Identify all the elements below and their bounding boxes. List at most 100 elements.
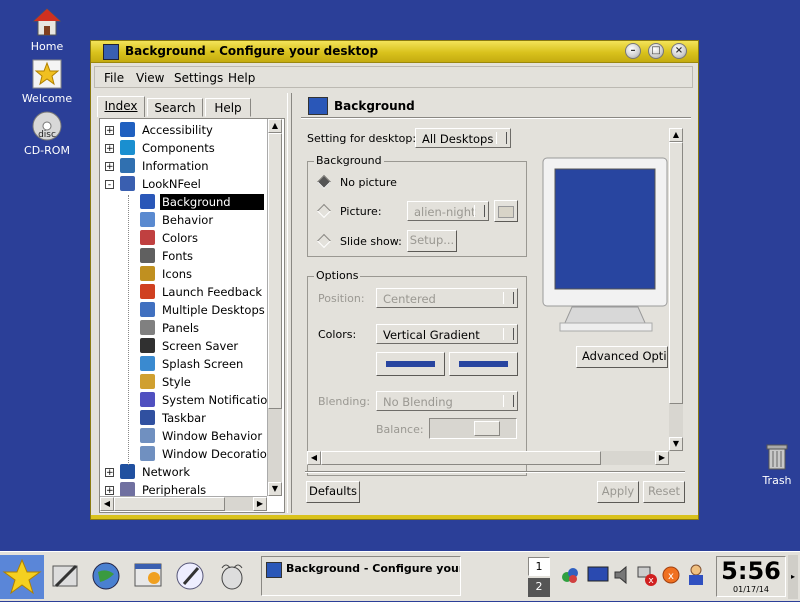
desktop-icon-label: Trash: [762, 474, 792, 487]
scroll-up-button[interactable]: ▲: [268, 119, 282, 133]
reset-button[interactable]: Reset: [643, 481, 685, 503]
scroll-hthumb[interactable]: [321, 451, 601, 465]
menu-settings[interactable]: Settings: [174, 71, 223, 85]
scroll-left-button[interactable]: ◀: [100, 497, 114, 511]
module-icon: [120, 158, 135, 173]
scroll-left-button[interactable]: ◀: [307, 451, 321, 465]
menu-help[interactable]: Help: [228, 71, 255, 85]
colors-select[interactable]: Vertical Gradient: [376, 324, 518, 344]
defaults-button[interactable]: Defaults: [306, 481, 360, 503]
scroll-down-button[interactable]: ▼: [268, 482, 282, 496]
options-vscrollbar[interactable]: ▲ ▼: [669, 128, 683, 451]
display-icon[interactable]: [587, 565, 609, 585]
clock-time: 5:56: [721, 557, 781, 585]
desktop-icon-cdrom[interactable]: disc CD-ROM: [12, 110, 82, 157]
chevron-down-icon: [503, 292, 514, 304]
pager-desktop-1[interactable]: 1: [528, 557, 550, 576]
file-manager-icon[interactable]: [132, 560, 164, 592]
clock[interactable]: 5:56 01/17/14: [716, 556, 786, 597]
volume-icon[interactable]: [612, 565, 632, 585]
window-bottom-border[interactable]: [91, 515, 698, 519]
scroll-up-button[interactable]: ▲: [669, 128, 683, 142]
blending-select[interactable]: No Blending: [376, 391, 518, 411]
scroll-hthumb[interactable]: [114, 497, 225, 511]
minimize-button[interactable]: –: [625, 43, 641, 59]
header-divider: [301, 117, 691, 119]
color1-swatch: [386, 361, 435, 367]
module-icon: [140, 230, 155, 245]
balance-slider[interactable]: [429, 418, 517, 439]
color1-button[interactable]: [376, 352, 445, 376]
network-disconnected-icon[interactable]: x: [636, 565, 658, 587]
tree-item-label: Screen Saver: [162, 339, 239, 353]
setup-button[interactable]: Setup...: [407, 230, 457, 252]
user-icon[interactable]: [685, 563, 707, 587]
expand-icon[interactable]: +: [105, 468, 114, 478]
scroll-right-button[interactable]: ▶: [253, 497, 267, 511]
tree-item-label: LookNFeel: [142, 177, 201, 191]
scroll-thumb[interactable]: [669, 142, 683, 404]
konqueror-web-icon[interactable]: [90, 560, 122, 592]
module-icon: [140, 410, 155, 425]
tab-index[interactable]: Index: [97, 96, 145, 117]
browse-picture-button[interactable]: [494, 200, 518, 222]
menu-file[interactable]: File: [104, 71, 124, 85]
picture-label: Picture:: [340, 205, 382, 218]
maximize-button[interactable]: □: [648, 43, 664, 59]
cdrom-icon: disc: [31, 110, 63, 142]
menu-view[interactable]: View: [136, 71, 164, 85]
module-icon: [120, 482, 135, 497]
expand-icon[interactable]: +: [105, 486, 114, 496]
pager-desktop-2[interactable]: 2: [528, 578, 550, 597]
monitor-preview: [542, 157, 670, 335]
options-hscrollbar[interactable]: ◀ ▶: [307, 451, 669, 465]
desktop-icon-label: CD-ROM: [24, 144, 70, 157]
taskbar-task-background[interactable]: Background - Configure your d: [261, 556, 461, 596]
collapse-icon[interactable]: -: [105, 180, 114, 190]
text-editor-icon[interactable]: [174, 560, 206, 592]
scroll-right-button[interactable]: ▶: [655, 451, 669, 465]
no-picture-label: No picture: [340, 176, 397, 189]
close-button[interactable]: ×: [671, 43, 687, 59]
setting-for-label: Setting for desktop:: [307, 132, 417, 145]
tree-item-label: Network: [142, 465, 191, 479]
window-app-icon: [103, 44, 119, 60]
chevron-down-icon: [503, 328, 514, 340]
kmenu-button[interactable]: [0, 555, 44, 599]
tab-search[interactable]: Search: [147, 98, 203, 117]
position-select[interactable]: Centered: [376, 288, 518, 308]
gnu-icon[interactable]: [216, 560, 248, 592]
tree-hscrollbar[interactable]: ◀ ▶: [100, 496, 267, 511]
home-icon: [31, 6, 63, 38]
control-center-icon[interactable]: [50, 560, 82, 592]
tree-scrollbar[interactable]: ▲ ▼: [267, 119, 282, 496]
power-icon[interactable]: x: [661, 565, 681, 585]
cd-disc-text: disc: [38, 130, 56, 140]
scroll-thumb[interactable]: [268, 133, 282, 409]
apply-button[interactable]: Apply: [597, 481, 639, 503]
window-titlebar[interactable]: Background - Configure your desktop – □ …: [91, 41, 698, 63]
module-title: Background: [334, 99, 415, 113]
colors-label: Colors:: [318, 328, 357, 341]
desktop-icon-home[interactable]: Home: [12, 6, 82, 53]
splitter[interactable]: [287, 93, 292, 513]
tree-item-label: Information: [142, 159, 209, 173]
expand-icon[interactable]: +: [105, 162, 114, 172]
picture-select[interactable]: alien-night: [407, 201, 489, 221]
klipper-icon[interactable]: [560, 565, 580, 585]
desktop-icon-welcome[interactable]: Welcome: [12, 58, 82, 105]
advanced-options-button[interactable]: Advanced Options: [576, 346, 668, 368]
desktop-select[interactable]: All Desktops: [415, 128, 511, 148]
expand-icon[interactable]: +: [105, 144, 114, 154]
slider-handle[interactable]: [474, 421, 500, 436]
panel-hide-button[interactable]: ▸: [788, 555, 798, 599]
module-icon: [120, 464, 135, 479]
tree-guide-line: [128, 195, 129, 465]
module-icon: [140, 338, 155, 353]
expand-icon[interactable]: +: [105, 126, 114, 136]
blending-label: Blending:: [318, 395, 371, 408]
scroll-down-button[interactable]: ▼: [669, 437, 683, 451]
desktop-icon-trash[interactable]: Trash: [742, 440, 800, 487]
tab-help[interactable]: Help: [205, 98, 251, 117]
color2-button[interactable]: [449, 352, 518, 376]
